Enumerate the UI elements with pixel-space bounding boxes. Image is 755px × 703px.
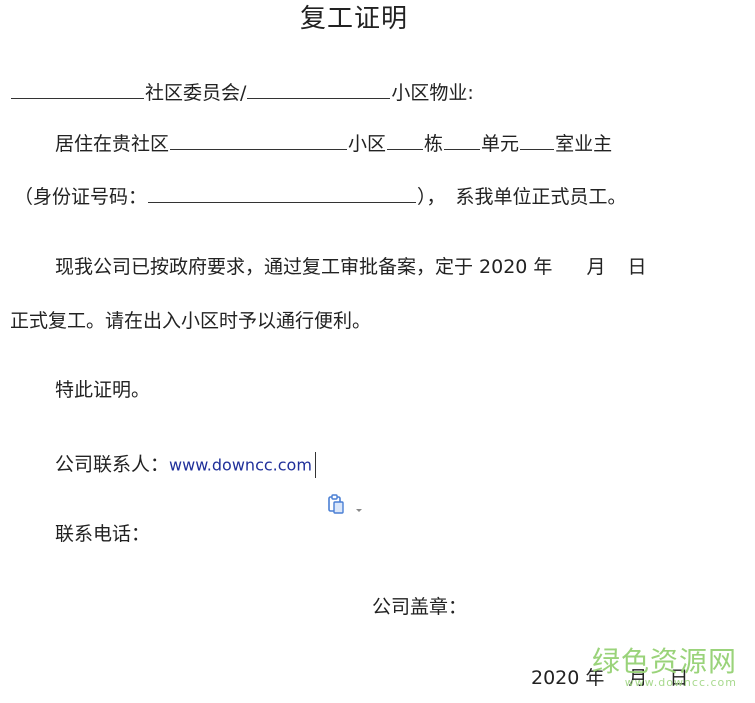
blank-xiaoqu[interactable] xyxy=(170,131,348,150)
phone-label: 联系电话： xyxy=(55,523,151,545)
contact-label: 公司联系人： xyxy=(55,453,170,476)
committee-label: 社区委员会/ xyxy=(145,82,247,104)
employee-text: 系我单位正式员工。 xyxy=(455,186,627,208)
watermark-logo: 绿色资源网 www.downcc.com xyxy=(592,647,737,689)
xiaoqu-label: 小区 xyxy=(348,133,387,155)
document-title: 复工证明 xyxy=(300,4,409,34)
chevron-down-icon xyxy=(355,499,363,518)
property-label: 小区物业: xyxy=(391,82,474,104)
watermark-title: 绿色资源网 xyxy=(591,645,737,678)
resume-day: 日 xyxy=(627,256,647,278)
para-resume-work: 现我公司已按政府要求，通过复工审批备案，定于 2020 年 月日 xyxy=(55,255,646,279)
reside-label: 居住在贵社区 xyxy=(55,133,170,155)
blank-building[interactable] xyxy=(387,131,424,150)
line-phone: 联系电话： xyxy=(55,522,150,546)
blank-room[interactable] xyxy=(520,131,555,150)
line-contact: 公司联系人：www.downcc.com xyxy=(55,452,316,478)
resume-text: 现我公司已按政府要求，通过复工审批备案，定于 2020 年 xyxy=(55,256,553,278)
blank-property[interactable] xyxy=(247,80,391,99)
company-seal-label: 公司盖章： xyxy=(372,596,468,618)
unit-label: 单元 xyxy=(481,133,520,155)
line-residence: 居住在贵社区 小区 栋 单元 室业主 xyxy=(55,131,612,156)
text-cursor xyxy=(314,452,316,478)
contact-value[interactable]: www.downcc.com xyxy=(169,456,312,475)
para-resume-continued: 正式复工。请在出入小区时予以通行便利。 xyxy=(10,310,372,332)
paste-options-button[interactable] xyxy=(327,494,367,516)
blank-id-number[interactable] xyxy=(148,184,417,203)
close-paren: ）， xyxy=(417,186,446,208)
building-label: 栋 xyxy=(424,133,444,155)
blank-community[interactable] xyxy=(11,80,144,99)
blank-unit[interactable] xyxy=(444,131,481,150)
room-label: 室业主 xyxy=(555,133,613,155)
document-page: 复工证明 社区委员会/小区物业: 居住在贵社区 小区 栋 单元 室业主 （身份证号码： ）… xyxy=(0,0,755,703)
line-addressee: 社区委员会/小区物业: xyxy=(10,80,474,105)
id-label: （身份证号码： xyxy=(14,186,148,208)
certify-text: 特此证明。 xyxy=(55,379,151,401)
resume-month: 月 xyxy=(586,256,606,278)
clipboard-icon xyxy=(327,494,345,518)
watermark-url: www.downcc.com xyxy=(624,676,737,689)
line-id-number: （身份证号码： ）， 系我单位正式员工。 xyxy=(14,184,627,209)
